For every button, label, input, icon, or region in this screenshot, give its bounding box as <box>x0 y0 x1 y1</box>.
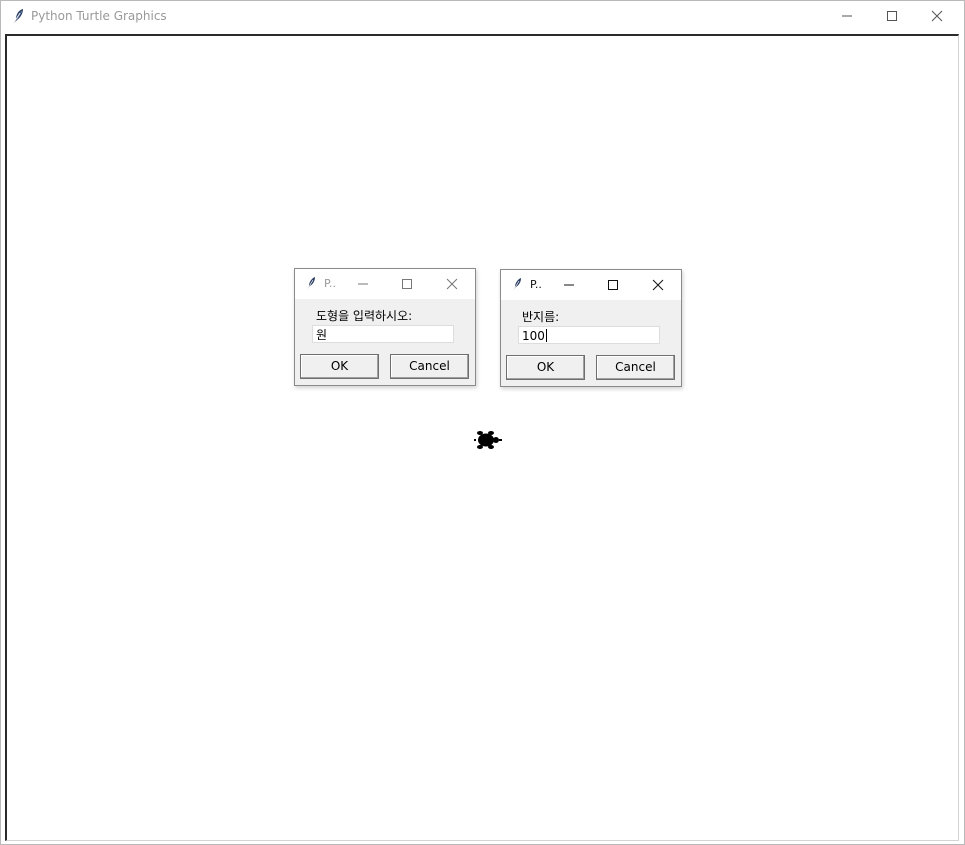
maximize-icon <box>887 11 897 21</box>
window-title: Python Turtle Graphics <box>31 9 167 23</box>
dialog-title: P.. <box>324 277 336 290</box>
close-icon <box>652 279 664 291</box>
radius-input-dialog: P.. 반지름: 100 OK Cancel <box>500 269 682 387</box>
close-button[interactable] <box>915 1 959 31</box>
maximize-icon <box>608 280 618 290</box>
dialog-close-button[interactable] <box>442 275 462 293</box>
shape-input-dialog: P.. 도형을 입력하시오: 원 OK Cancel <box>294 268 476 386</box>
dialog-titlebar[interactable]: P.. <box>501 270 681 300</box>
dialog-maximize-button[interactable] <box>397 275 417 293</box>
minimize-button[interactable] <box>825 1 869 31</box>
dialog-maximize-button[interactable] <box>603 276 623 294</box>
ok-button[interactable]: OK <box>506 355 585 380</box>
cancel-button[interactable]: Cancel <box>390 354 469 379</box>
ok-button[interactable]: OK <box>300 354 379 379</box>
maximize-button[interactable] <box>870 1 914 31</box>
radius-input-value: 100 <box>522 329 545 343</box>
feather-icon <box>305 276 317 291</box>
dialog-minimize-button[interactable] <box>559 276 579 294</box>
shape-input-value: 원 <box>316 328 328 342</box>
minimize-icon <box>842 15 852 17</box>
close-icon <box>931 10 943 22</box>
dialog-close-button[interactable] <box>648 276 668 294</box>
dialog-titlebar[interactable]: P.. <box>295 269 475 299</box>
radius-prompt-label: 반지름: <box>522 310 560 324</box>
maximize-icon <box>402 279 412 289</box>
window-titlebar[interactable]: Python Turtle Graphics <box>1 1 964 32</box>
feather-icon <box>11 8 25 25</box>
shape-input[interactable]: 원 <box>312 325 454 343</box>
minimize-icon <box>358 283 368 285</box>
main-window: Python Turtle Graphics <box>0 0 965 845</box>
dialog-title: P.. <box>530 278 542 291</box>
radius-input[interactable]: 100 <box>518 326 660 344</box>
close-icon <box>446 278 458 290</box>
minimize-icon <box>564 284 574 286</box>
turtle-icon <box>474 428 502 452</box>
feather-icon <box>511 277 523 292</box>
shape-prompt-label: 도형을 입력하시오: <box>316 309 413 323</box>
cancel-button[interactable]: Cancel <box>596 355 675 380</box>
dialog-minimize-button[interactable] <box>353 275 373 293</box>
text-caret <box>545 329 547 342</box>
